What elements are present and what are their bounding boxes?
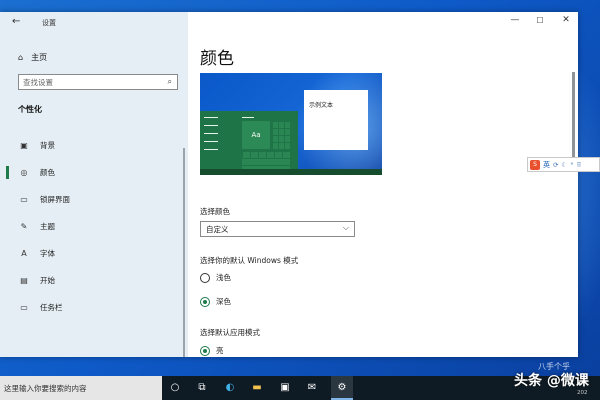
radio-app-light-label: 亮 <box>216 346 224 355</box>
sidebar-item-label: 颜色 <box>40 168 55 177</box>
preview-taskbar <box>200 169 382 175</box>
ime-toolbar[interactable]: S 英 ⟳ ☾ ° ⠿ <box>527 157 600 172</box>
sidebar-item-label: 开始 <box>40 276 55 285</box>
ime-punct-icon[interactable]: ° <box>570 161 573 169</box>
preview-tile-bar <box>242 117 254 118</box>
search-placeholder: 查找设置 <box>23 78 53 87</box>
sidebar-item-themes[interactable]: ✎ 主题 <box>0 213 188 240</box>
start-icon: ▤ <box>20 276 28 285</box>
preview-menu-lines <box>204 117 220 157</box>
search-input[interactable]: 查找设置 ⌕ <box>18 74 178 90</box>
section-title: 个性化 <box>18 105 42 114</box>
watermark-text: 头条 @微课 <box>514 373 589 389</box>
sidebar-item-background[interactable]: ▣ 背景 <box>0 132 188 159</box>
color-preview: Aa 示例文本 <box>200 73 382 175</box>
taskbar-search-placeholder: 这里输入你要搜索的内容 <box>4 384 87 393</box>
active-indicator <box>6 166 9 179</box>
sidebar-item-lock-screen[interactable]: ▭ 锁屏界面 <box>0 186 188 213</box>
nav-home-label: 主页 <box>31 53 48 62</box>
sidebar-item-colors[interactable]: ◎ 颜色 <box>0 159 188 186</box>
app-mode-label: 选择默认应用模式 <box>200 328 260 337</box>
nav-home[interactable]: ⌂ 主页 <box>18 52 47 63</box>
radio-dark-label: 深色 <box>216 297 231 306</box>
taskbar: 这里输入你要搜索的内容 ○ ⧉ ◐ ▬ ▣ ✉ ⚙ <box>0 376 600 400</box>
ime-logo-icon: S <box>530 159 540 170</box>
sidebar-item-fonts[interactable]: A 字体 <box>0 240 188 267</box>
sidebar-item-taskbar[interactable]: ▭ 任务栏 <box>0 294 188 321</box>
home-icon: ⌂ <box>18 53 24 62</box>
lock-screen-icon: ▭ <box>20 195 28 204</box>
sidebar-item-label: 锁屏界面 <box>40 195 70 204</box>
radio-circle <box>200 272 210 283</box>
main-content: 颜色 Aa 示例文本 选择颜色 自定义 ⌵ 选择你的默认 Windows 模式 … <box>188 12 578 357</box>
page-title: 颜色 <box>200 49 234 69</box>
ime-grid-icon[interactable]: ⠿ <box>577 161 582 169</box>
taskbar-search-input[interactable]: 这里输入你要搜索的内容 <box>0 376 162 400</box>
store-icon[interactable]: ▣ <box>278 381 292 395</box>
ime-moon-icon[interactable]: ☾ <box>561 161 567 169</box>
preview-tile-aa: Aa <box>242 121 270 149</box>
palette-icon: ◎ <box>20 168 28 177</box>
choose-color-label: 选择颜色 <box>200 207 230 216</box>
search-icon: ⌕ <box>167 77 172 86</box>
font-icon: A <box>21 249 27 258</box>
back-button[interactable]: ← <box>12 16 20 27</box>
radio-app-light[interactable]: 亮 <box>200 345 224 356</box>
sidebar-item-label: 主题 <box>40 222 55 231</box>
image-icon: ▣ <box>20 141 28 150</box>
radio-dark[interactable]: 深色 <box>200 296 231 307</box>
file-explorer-icon[interactable]: ▬ <box>250 381 264 395</box>
cortana-icon[interactable]: ○ <box>168 381 182 395</box>
taskbar-clock-fragment: 202 <box>577 390 588 396</box>
theme-icon: ✎ <box>20 222 28 231</box>
settings-gear-icon[interactable]: ⚙ <box>335 381 349 395</box>
sidebar-item-start[interactable]: ▤ 开始 <box>0 267 188 294</box>
mail-icon[interactable]: ✉ <box>305 381 319 395</box>
main-scrollbar[interactable] <box>572 72 575 167</box>
chevron-down-icon: ⌵ <box>342 223 349 232</box>
radio-circle <box>200 296 210 307</box>
sidebar-scrollbar[interactable] <box>183 148 185 357</box>
sidebar-item-label: 字体 <box>40 249 55 258</box>
nav-list: ▣ 背景 ◎ 颜色 ▭ 锁屏界面 ✎ 主题 A 字体 ▤ 开始 ▭ 任务栏 <box>0 132 188 321</box>
sidebar-item-label: 任务栏 <box>40 303 63 312</box>
preview-sample-window: 示例文本 <box>304 90 368 150</box>
choose-color-value: 自定义 <box>206 225 229 234</box>
ime-language-toggle[interactable]: 英 <box>543 160 550 170</box>
edge-browser-icon[interactable]: ◐ <box>223 381 237 395</box>
radio-light[interactable]: 浅色 <box>200 272 231 283</box>
settings-window: ← 设置 — ☐ ✕ ⌂ 主页 查找设置 ⌕ 个性化 ▣ 背景 ◎ 颜色 ▭ 锁… <box>0 12 578 357</box>
radio-light-label: 浅色 <box>216 273 231 282</box>
preview-start-menu: Aa <box>200 111 298 175</box>
windows-mode-label: 选择你的默认 Windows 模式 <box>200 256 299 265</box>
taskbar-icon: ▭ <box>20 303 28 312</box>
choose-color-select[interactable]: 自定义 ⌵ <box>200 221 355 237</box>
preview-tile-grid-small <box>272 121 290 149</box>
preview-sample-text: 示例文本 <box>309 102 334 109</box>
sidebar-item-label: 背景 <box>40 141 55 150</box>
ime-symbol-1[interactable]: ⟳ <box>553 161 558 169</box>
preview-tile-grid <box>242 151 290 171</box>
task-view-icon[interactable]: ⧉ <box>195 381 209 395</box>
radio-circle <box>200 345 210 356</box>
app-title: 设置 <box>42 19 56 27</box>
